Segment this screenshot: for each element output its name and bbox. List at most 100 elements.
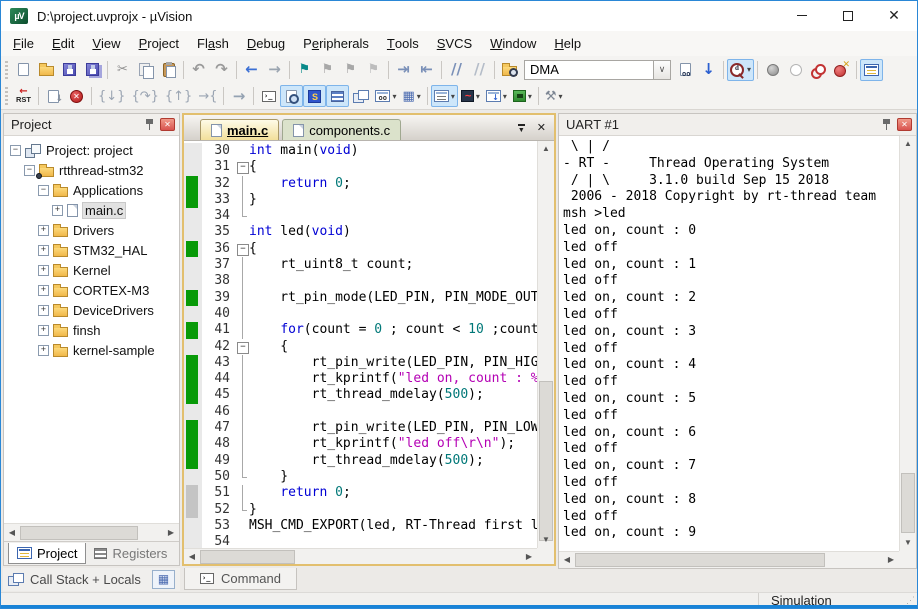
menu-svcs[interactable]: SVCS <box>428 31 481 56</box>
menu-view[interactable]: View <box>83 31 129 56</box>
menu-help[interactable]: Help <box>545 31 590 56</box>
expander-icon[interactable]: + <box>38 225 49 236</box>
run-to-line-button[interactable]: →{ <box>195 85 220 107</box>
window-layout-button[interactable] <box>860 59 883 81</box>
watch-window-button[interactable]: ▾ <box>372 85 399 107</box>
run-button[interactable]: → <box>227 85 250 107</box>
tree-item-finsh[interactable]: +finsh <box>4 320 179 340</box>
tab-command[interactable]: Command <box>184 568 297 590</box>
scroll-up-icon[interactable]: ▲ <box>900 136 916 152</box>
scroll-thumb[interactable] <box>200 550 295 564</box>
next-bookmark-button[interactable]: ⚑ <box>339 59 362 81</box>
expander-icon[interactable]: − <box>24 165 35 176</box>
editor-hscrollbar[interactable]: ◀ ▶ <box>184 548 537 564</box>
scroll-left-icon[interactable]: ◀ <box>184 549 200 565</box>
tree-item-drivers[interactable]: +Drivers <box>4 220 179 240</box>
configure-tools-button[interactable]: ⚒▾ <box>542 85 566 107</box>
expander-icon[interactable]: − <box>10 145 21 156</box>
insert-trace-button[interactable] <box>42 85 65 107</box>
find-in-files-button[interactable] <box>498 59 521 81</box>
scroll-up-icon[interactable]: ▲ <box>538 141 554 157</box>
project-tree-hscrollbar[interactable]: ◀ ▶ <box>4 523 179 541</box>
toolbar-grip-icon[interactable] <box>5 87 8 105</box>
tree-item-kernel-sample[interactable]: +kernel-sample <box>4 340 179 360</box>
open-file-button[interactable] <box>35 59 58 81</box>
call-stack-window-button[interactable] <box>349 85 372 107</box>
step-over-button[interactable]: {↷} <box>128 85 161 107</box>
pin-icon[interactable] <box>882 119 891 131</box>
close-document-icon[interactable]: ✕ <box>537 123 546 134</box>
menu-debug[interactable]: Debug <box>238 31 294 56</box>
paste-button[interactable] <box>157 59 180 81</box>
tab-project[interactable]: Project <box>8 543 86 564</box>
tree-item-devicedrivers[interactable]: +DeviceDrivers <box>4 300 179 320</box>
scroll-left-icon[interactable]: ◀ <box>4 525 20 541</box>
navigate-forward-button[interactable]: → <box>263 59 286 81</box>
indent-button[interactable]: ⇥ <box>392 59 415 81</box>
incremental-find-button[interactable]: ↓ <box>697 59 720 81</box>
scroll-thumb[interactable] <box>901 473 915 533</box>
symbol-window-button[interactable] <box>303 85 326 107</box>
disassembly-window-button[interactable] <box>280 85 303 107</box>
toolbox-button[interactable]: ▾ <box>510 85 535 107</box>
scroll-right-icon[interactable]: ▶ <box>163 525 179 541</box>
expander-icon[interactable]: + <box>38 285 49 296</box>
kill-all-breakpoints-button[interactable] <box>830 59 853 81</box>
unindent-button[interactable]: ⇤ <box>415 59 438 81</box>
menu-file[interactable]: File <box>4 31 43 56</box>
code-editor[interactable]: 30int main(void)31{32 return 0;33}3435in… <box>184 141 537 548</box>
tree-item-project-project[interactable]: −Project: project <box>4 140 179 160</box>
tab-components-c[interactable]: components.c <box>282 119 401 140</box>
step-into-button[interactable]: {↓} <box>95 85 128 107</box>
find-combo-input[interactable] <box>524 60 654 80</box>
tree-item-cortex-m3[interactable]: +CORTEX-M3 <box>4 280 179 300</box>
expander-icon[interactable]: − <box>38 185 49 196</box>
redo-button[interactable]: ↷ <box>210 59 233 81</box>
memory-window-button[interactable]: ▦▾ <box>400 85 424 107</box>
menu-flash[interactable]: Flash <box>188 31 238 56</box>
menu-window[interactable]: Window <box>481 31 545 56</box>
new-file-button[interactable] <box>12 59 35 81</box>
clear-bookmarks-button[interactable]: ⚑ <box>362 59 385 81</box>
tab-list-dropdown-icon[interactable]: ▼ <box>518 124 525 134</box>
previous-bookmark-button[interactable]: ⚑ <box>316 59 339 81</box>
scroll-right-icon[interactable]: ▶ <box>521 549 537 565</box>
toggle-breakpoint-button[interactable] <box>761 59 784 81</box>
enable-breakpoint-button[interactable] <box>784 59 807 81</box>
tree-item-stm32-hal[interactable]: +STM32_HAL <box>4 240 179 260</box>
disable-all-breakpoints-button[interactable] <box>807 59 830 81</box>
navigate-back-button[interactable]: ← <box>240 59 263 81</box>
scroll-left-icon[interactable]: ◀ <box>559 552 575 568</box>
callstack-locals-bar[interactable]: Call Stack + Locals ▦ <box>3 568 180 591</box>
expander-icon[interactable]: + <box>38 245 49 256</box>
uart-vscrollbar[interactable]: ▲ ▼ <box>899 136 916 551</box>
serial-window-button[interactable]: ▾ <box>431 85 458 107</box>
scroll-down-icon[interactable]: ▼ <box>900 535 916 551</box>
tab-registers[interactable]: Registers <box>86 543 175 564</box>
uart-output[interactable]: \ | /- RT - Thread Operating System / | … <box>559 136 899 551</box>
undo-button[interactable]: ↶ <box>187 59 210 81</box>
scroll-thumb[interactable] <box>20 526 138 540</box>
expander-icon[interactable]: + <box>52 205 63 216</box>
find-in-files-window-button[interactable] <box>674 59 697 81</box>
scroll-down-icon[interactable]: ▼ <box>538 532 554 548</box>
save-button[interactable] <box>58 59 81 81</box>
maximize-button[interactable] <box>825 1 871 30</box>
close-button[interactable]: ✕ <box>871 1 917 30</box>
tree-item-applications[interactable]: −Applications <box>4 180 179 200</box>
toolbar-grip-icon[interactable] <box>5 61 8 79</box>
comment-button[interactable]: // <box>445 59 468 81</box>
scroll-right-icon[interactable]: ▶ <box>883 552 899 568</box>
project-tree[interactable]: −Project: project−rtthread-stm32−Applica… <box>4 136 179 523</box>
close-panel-icon[interactable]: ✕ <box>160 118 175 131</box>
menu-project[interactable]: Project <box>130 31 188 56</box>
uncomment-button[interactable]: // <box>468 59 491 81</box>
step-out-button[interactable]: {↑} <box>162 85 195 107</box>
reset-cpu-button[interactable]: ←RST <box>12 85 35 107</box>
menu-edit[interactable]: Edit <box>43 31 83 56</box>
logic-analyzer-button[interactable]: ▾ <box>458 85 483 107</box>
tree-item-kernel[interactable]: +Kernel <box>4 260 179 280</box>
registers-window-button[interactable] <box>326 85 349 107</box>
scroll-thumb[interactable] <box>575 553 825 567</box>
expander-icon[interactable]: + <box>38 325 49 336</box>
